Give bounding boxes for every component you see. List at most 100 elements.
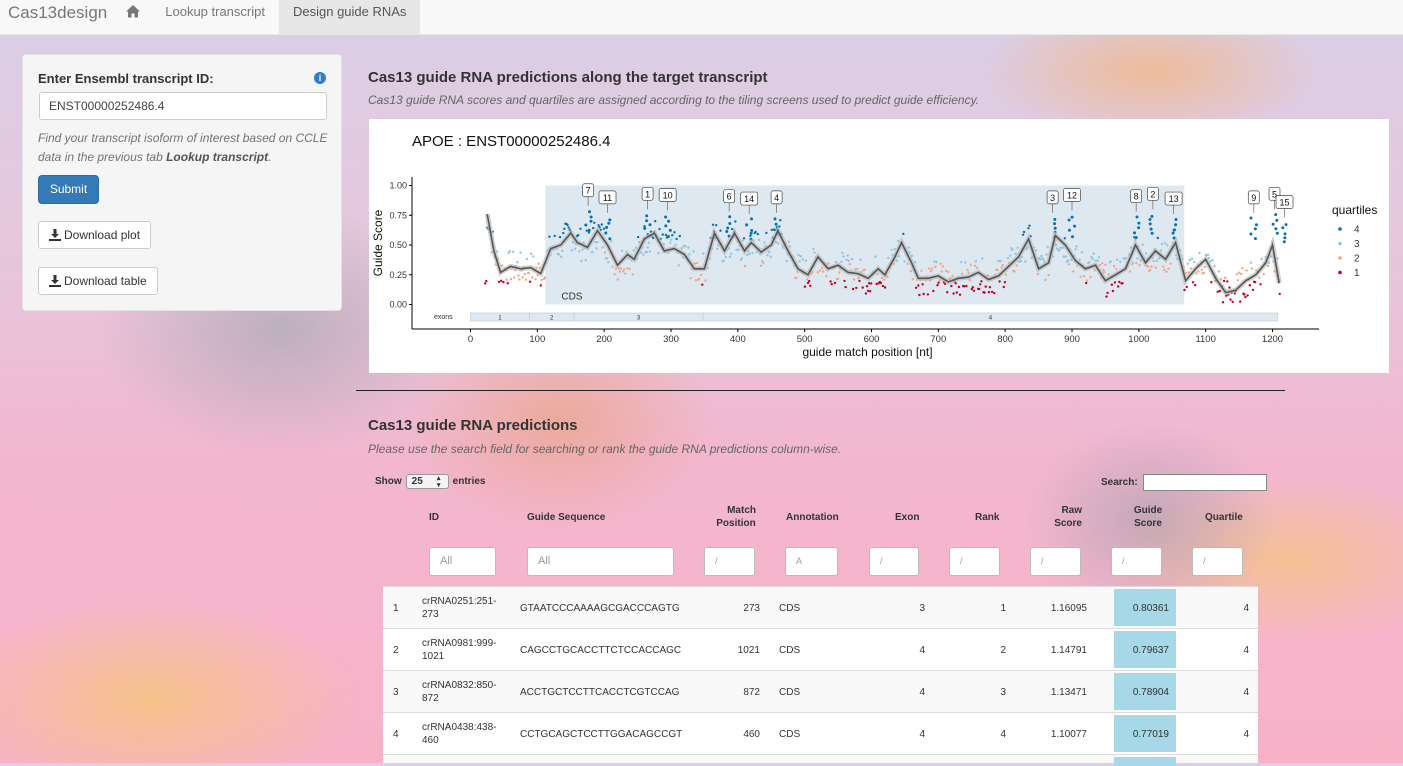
data-point [803, 285, 807, 288]
download-plot-button[interactable]: Download plot [38, 221, 152, 249]
submit-button[interactable]: Submit [38, 175, 99, 204]
filter-match-position[interactable]: / [704, 547, 755, 576]
data-point [845, 258, 848, 262]
data-point [608, 218, 612, 222]
show-label: Show [375, 476, 402, 487]
tab-lookup-transcript[interactable]: Lookup transcript [151, 0, 279, 34]
data-point [1102, 268, 1105, 272]
data-point [570, 249, 573, 252]
data-point [909, 270, 912, 273]
col-header-match-position[interactable]: Match Position [716, 504, 756, 530]
guide-id-line2: 273 [422, 609, 439, 620]
tab-design-guide-rnas[interactable]: Design guide RNAs [278, 0, 421, 34]
raw-score: 1.10077 [1050, 728, 1087, 740]
raw-score: 1.16095 [1050, 602, 1087, 614]
download-plot-label: Download plot [64, 228, 141, 242]
table-row[interactable]: 1 crRNA0251:251- 273 GTAATCCCAAAAGCGACCCA… [383, 586, 1258, 628]
data-point [1135, 215, 1139, 219]
y-tick-label: 1.00 [389, 181, 407, 191]
data-point [954, 282, 957, 285]
legend-label: 4 [1354, 225, 1360, 236]
data-point [1193, 260, 1196, 264]
filter-quartile[interactable]: / [1192, 547, 1243, 576]
data-point [777, 242, 780, 245]
data-point [766, 253, 769, 257]
data-point [1231, 300, 1234, 304]
data-point [500, 279, 503, 282]
data-point [1163, 268, 1166, 272]
filter-rank[interactable]: / [949, 547, 1000, 576]
data-point [563, 227, 566, 230]
filter-raw-score[interactable]: / [1030, 547, 1081, 576]
table-search-input[interactable] [1142, 474, 1267, 491]
data-point [762, 261, 765, 265]
table-row[interactable]: 2 crRNA0981:999- 1021 CAGCCTGCACCTTCTCCAC… [383, 628, 1258, 670]
data-point [906, 262, 909, 266]
data-point [1278, 292, 1281, 296]
data-point [821, 270, 825, 273]
data-point [921, 283, 924, 286]
data-point [527, 271, 531, 274]
data-point [1092, 252, 1095, 255]
data-point [1028, 224, 1031, 227]
filter-guide-sequence[interactable]: All [527, 547, 674, 576]
data-point [1216, 290, 1219, 293]
home-icon[interactable] [115, 0, 151, 34]
filter-guide-score[interactable]: / [1111, 547, 1162, 576]
quartile: 4 [1243, 728, 1249, 740]
filter-id[interactable]: All [429, 547, 496, 576]
col-header-guide-score[interactable]: Guide Score [1133, 504, 1163, 530]
data-point [525, 257, 529, 261]
col-header-id[interactable]: ID [429, 511, 439, 524]
table-row[interactable]: 4 crRNA0438:438- 460 CCTGCAGCTCCTTGGACAGC… [383, 712, 1258, 754]
table-row[interactable] [383, 754, 1258, 766]
data-point [804, 259, 808, 262]
data-point [827, 262, 830, 265]
data-point [642, 253, 645, 256]
brand-title[interactable]: Cas13design [0, 0, 115, 34]
quartile: 4 [1243, 686, 1249, 698]
entries-select[interactable]: 25 [405, 474, 449, 489]
col-header-quartile[interactable]: Quartile [1205, 511, 1243, 524]
data-point [573, 247, 577, 250]
data-point [1236, 279, 1240, 282]
x-tick-label: 600 [864, 334, 880, 345]
data-point [1136, 257, 1139, 260]
data-point [728, 215, 732, 219]
col-header-rank[interactable]: Rank [975, 511, 999, 524]
table-row[interactable]: 3 crRNA0832:850- 872 ACCTGCTCCTTCACCTCGTC… [383, 670, 1258, 712]
col-header-annotation[interactable]: Annotation [786, 511, 839, 524]
info-icon[interactable]: i [314, 72, 326, 84]
data-point [843, 279, 846, 283]
download-table-button[interactable]: Download table [38, 267, 158, 295]
filter-annotation[interactable]: A [785, 547, 838, 576]
data-point [896, 239, 900, 243]
col-header-raw-score[interactable]: Raw Score [1052, 504, 1082, 530]
data-point [669, 241, 672, 244]
data-point [595, 247, 598, 250]
data-point [532, 255, 535, 258]
data-point [1036, 272, 1040, 276]
data-point [1112, 264, 1116, 268]
data-point [694, 279, 698, 282]
data-point [1141, 243, 1144, 246]
data-point [604, 231, 608, 235]
guide-id: crRNA0981:999- 1021 [422, 629, 496, 671]
data-point [742, 237, 746, 240]
data-point [577, 233, 580, 237]
data-point [519, 251, 522, 254]
data-point [608, 237, 612, 241]
data-point [508, 250, 511, 253]
data-point [848, 263, 851, 266]
data-point [967, 271, 970, 274]
col-header-exon[interactable]: Exon [895, 511, 919, 524]
legend-label: 2 [1354, 254, 1360, 265]
data-point [748, 252, 751, 256]
transcript-id-input[interactable] [39, 92, 327, 120]
data-point [907, 246, 910, 249]
data-point [611, 265, 614, 268]
filter-exon[interactable]: / [869, 547, 919, 576]
row-number: 3 [393, 686, 399, 698]
data-point [1197, 270, 1200, 273]
col-header-guide-sequence[interactable]: Guide Sequence [527, 511, 605, 524]
